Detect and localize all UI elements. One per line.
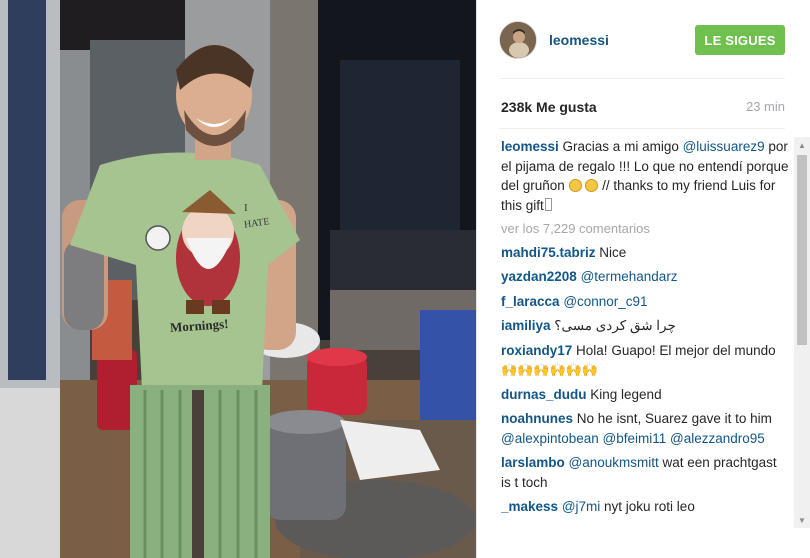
- comment-text: Hola! Guapo! El mejor del mundo: [572, 342, 776, 358]
- post-header: leomessi LE SIGUES: [477, 0, 810, 78]
- comment-text: No he isnt, Suarez gave it to him: [573, 411, 772, 426]
- list-item: roxiandy17 Hola! Guapo! El mejor del mun…: [501, 341, 789, 380]
- comment-text: چرا شق کردی مسی؟: [550, 318, 676, 333]
- list-item: yazdan2208 @termehandarz: [501, 267, 789, 287]
- post-photo[interactable]: I HATE Mornings!: [0, 0, 476, 558]
- comment-username[interactable]: roxiandy17: [501, 343, 572, 358]
- comment-username[interactable]: iamiliya: [501, 318, 551, 333]
- caption-mention[interactable]: @luissuarez9: [683, 139, 765, 154]
- comment-mention[interactable]: @j7mi: [558, 499, 600, 514]
- scrollbar-thumb[interactable]: [797, 155, 807, 345]
- comment-username[interactable]: larslambo: [501, 455, 565, 470]
- comment-mention[interactable]: @alezzandro95: [670, 431, 765, 446]
- avatar[interactable]: [499, 21, 537, 59]
- following-button[interactable]: LE SIGUES: [695, 25, 785, 55]
- comment-mention[interactable]: @bfeimi11: [603, 431, 667, 446]
- grin-emoji-icon: [585, 179, 599, 192]
- comment-username[interactable]: _makess: [501, 499, 558, 514]
- missing-glyph-icon: [544, 197, 552, 211]
- avatar-image: [500, 22, 536, 58]
- post-time[interactable]: 23 min: [746, 99, 785, 114]
- list-item: _makess @j7mi nyt joku roti leo: [501, 497, 789, 517]
- comment-mention[interactable]: @alexpintobean: [501, 431, 599, 446]
- list-item: larslambo @anoukmsmitt wat een prachtgas…: [501, 453, 789, 492]
- list-item: mahdi75.tabriz Nice: [501, 243, 789, 263]
- list-item: f_laracca @connor_c91: [501, 292, 789, 312]
- comment-mention[interactable]: @termehandarz: [577, 269, 678, 284]
- comment-username[interactable]: noahnunes: [501, 411, 573, 426]
- comments-list[interactable]: leomessi Gracias a mi amigo @luissuarez9…: [501, 137, 789, 558]
- list-item: durnas_dudu King legend: [501, 385, 789, 405]
- comments-scrollbar[interactable]: ▲ ▼: [794, 137, 810, 528]
- likes-count[interactable]: 238k Me gusta: [501, 99, 597, 115]
- scroll-down-arrow-icon[interactable]: ▼: [794, 512, 810, 528]
- comment-text: Nice: [595, 244, 627, 260]
- list-item: noahnunes No he isnt, Suarez gave it to …: [501, 409, 789, 448]
- comment-username[interactable]: yazdan2208: [501, 269, 577, 284]
- comment-username[interactable]: f_laracca: [501, 294, 560, 309]
- photo-illustration: [0, 0, 476, 558]
- comment-text: King legend: [586, 386, 662, 402]
- comment-text: nyt joku roti leo: [600, 499, 695, 514]
- comment-mention[interactable]: @connor_c91: [560, 294, 647, 309]
- view-more-comments[interactable]: ver los 7,229 comentarios: [501, 219, 789, 239]
- post-caption: leomessi Gracias a mi amigo @luissuarez9…: [501, 137, 789, 215]
- scroll-up-arrow-icon[interactable]: ▲: [794, 137, 810, 153]
- grin-emoji-icon: [568, 179, 582, 192]
- likes-divider: [499, 128, 785, 129]
- post-sidebar: leomessi LE SIGUES 238k Me gusta 23 min …: [476, 0, 810, 558]
- caption-username[interactable]: leomessi: [501, 139, 559, 154]
- caption-text-1: Gracias a mi amigo: [558, 139, 683, 154]
- shirt-text-i: I: [244, 202, 248, 214]
- comment-username[interactable]: mahdi75.tabriz: [501, 245, 596, 260]
- comment-mention[interactable]: @anoukmsmitt: [565, 455, 659, 470]
- header-divider: [499, 78, 785, 79]
- list-item: iamiliya چرا شق کردی مسی؟: [501, 316, 789, 336]
- raised-hands-emoji-icon: 🙌🙌🙌🙌🙌🙌: [501, 362, 599, 377]
- post-username[interactable]: leomessi: [549, 32, 609, 48]
- comment-username[interactable]: durnas_dudu: [501, 387, 587, 402]
